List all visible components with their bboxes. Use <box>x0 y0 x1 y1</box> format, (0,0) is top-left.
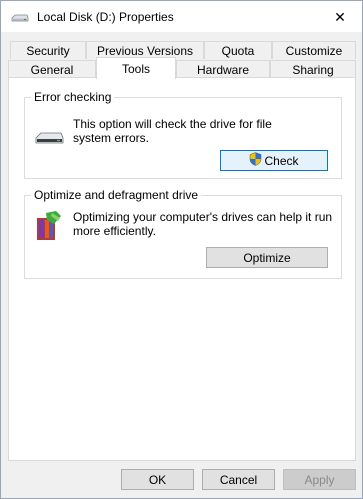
apply-button-label: Apply <box>304 472 335 487</box>
tab-quota[interactable]: Quota <box>204 41 272 59</box>
tab-strip: Security Previous Versions Quota Customi… <box>8 41 356 79</box>
error-checking-title: Error checking <box>31 90 115 104</box>
check-button-label: Check <box>264 153 299 168</box>
optimize-button[interactable]: Optimize <box>206 247 328 268</box>
title-bar[interactable]: Local Disk (D:) Properties ✕ <box>1 1 362 32</box>
ok-button[interactable]: OK <box>121 469 194 490</box>
defrag-icon <box>32 210 64 244</box>
error-checking-group: Error checking This option will check th… <box>24 90 342 179</box>
cancel-button[interactable]: Cancel <box>202 469 275 490</box>
tab-customize[interactable]: Customize <box>272 41 356 59</box>
tab-security[interactable]: Security <box>10 41 86 59</box>
window-title: Local Disk (D:) Properties <box>37 9 174 24</box>
optimize-group: Optimize and defragment drive Optimizing… <box>24 188 342 279</box>
ok-button-label: OK <box>148 472 167 487</box>
close-icon: ✕ <box>334 8 346 25</box>
check-button[interactable]: Check <box>220 150 328 171</box>
drive-icon <box>34 130 64 146</box>
apply-button[interactable]: Apply <box>283 469 356 490</box>
tab-hardware[interactable]: Hardware <box>176 60 270 78</box>
uac-shield-icon <box>249 152 262 169</box>
properties-window: Local Disk (D:) Properties ✕ Security Pr… <box>0 0 363 499</box>
tab-tools[interactable]: Tools <box>96 57 176 79</box>
tools-panel: Error checking This option will check th… <box>8 77 356 461</box>
optimize-button-label: Optimize <box>243 250 291 265</box>
optimize-title: Optimize and defragment drive <box>31 188 202 202</box>
tab-general[interactable]: General <box>8 60 96 78</box>
cancel-button-label: Cancel <box>219 472 258 487</box>
error-checking-description: This option will check the drive for fil… <box>73 117 272 145</box>
close-button[interactable]: ✕ <box>330 7 350 27</box>
drive-title-icon <box>11 12 29 22</box>
tab-sharing[interactable]: Sharing <box>270 60 356 78</box>
optimize-description: Optimizing your computer's drives can he… <box>73 210 333 238</box>
